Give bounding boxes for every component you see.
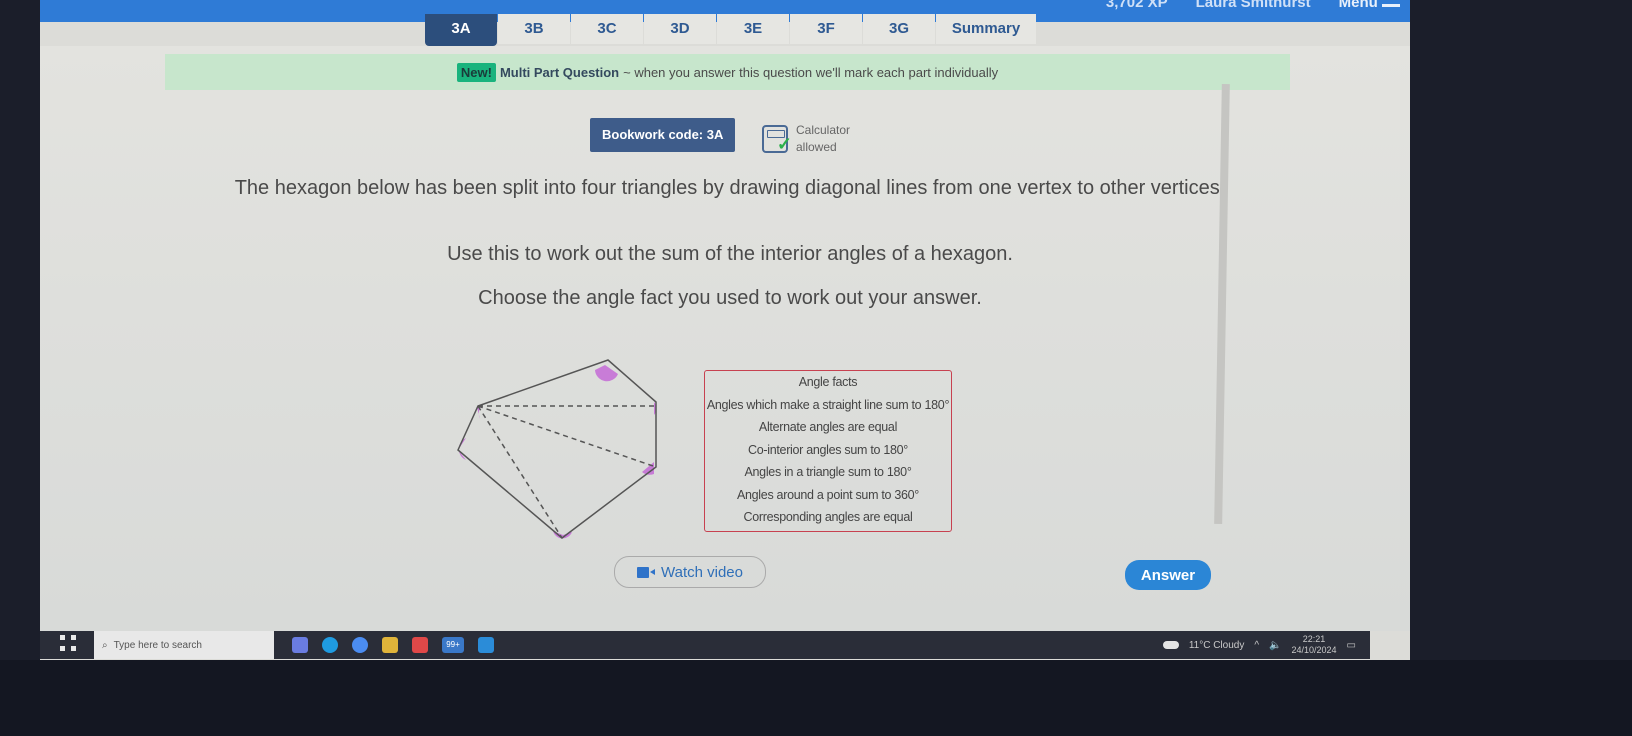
tab-summary[interactable]: Summary xyxy=(936,14,1036,44)
angle-fact-option[interactable]: Alternate angles are equal xyxy=(705,416,951,439)
bookwork-code: Bookwork code: 3A xyxy=(590,118,736,152)
calculator-label: Calculator xyxy=(796,123,851,137)
hamburger-icon xyxy=(1382,0,1400,7)
chrome-icon[interactable] xyxy=(352,637,368,653)
banner-text: ~ when you answer this question we'll ma… xyxy=(623,64,999,80)
menu-label: Menu xyxy=(1338,0,1378,11)
check-icon: ✓ xyxy=(776,134,792,154)
angle-fact-option[interactable]: Angles in a triangle sum to 180° xyxy=(705,461,951,484)
windows-start-icon[interactable] xyxy=(60,635,80,655)
watch-video-button[interactable]: Watch video xyxy=(614,556,766,588)
question-text-2: Use this to work out the sum of the inte… xyxy=(447,243,1013,265)
tab-3c[interactable]: 3C xyxy=(571,14,643,44)
angle-fact-option[interactable]: Angles which make a straight line sum to… xyxy=(705,394,951,417)
answer-button[interactable]: Answer xyxy=(1125,560,1211,590)
notification-icon[interactable]: ▭ xyxy=(1347,640,1356,651)
hexagon-outline xyxy=(457,359,657,539)
video-camera-icon xyxy=(637,566,655,578)
question-text-3: Choose the angle fact you used to work o… xyxy=(478,287,982,309)
angle-fact-option[interactable]: Co-interior angles sum to 180° xyxy=(705,439,951,462)
monitor-bezel xyxy=(0,660,1632,736)
cloud-icon xyxy=(1162,641,1179,649)
speaker-icon[interactable]: 🔈 xyxy=(1269,640,1281,651)
date: 24/10/2024 xyxy=(1291,645,1337,655)
hexagon-diagram xyxy=(457,359,657,539)
xp-counter: 3,702 XP xyxy=(1105,0,1168,11)
watch-video-label: Watch video xyxy=(661,563,743,581)
question-text-1: The hexagon below has been split into fo… xyxy=(234,177,1226,199)
tab-3d[interactable]: 3D xyxy=(644,14,716,44)
angle-fact-option[interactable]: Angles around a point sum to 360° xyxy=(705,484,951,507)
tab-3g[interactable]: 3G xyxy=(863,14,935,44)
tab-3e[interactable]: 3E xyxy=(717,14,789,44)
calculator-icon: ✓ xyxy=(762,125,792,153)
tab-3b[interactable]: 3B xyxy=(498,14,570,44)
windows-taskbar: ⌕ Type here to search 99+ 11°C Cloudy ^ … xyxy=(40,631,1370,659)
file-explorer-icon[interactable] xyxy=(382,637,398,653)
weather-text[interactable]: 11°C Cloudy xyxy=(1189,640,1245,651)
system-tray: 11°C Cloudy ^ 🔈 22:21 24/10/2024 ▭ xyxy=(1162,634,1356,656)
angle-facts-title: Angle facts xyxy=(798,375,858,389)
question-tabs: 3A 3B 3C 3D 3E 3F 3G Summary xyxy=(425,14,1037,46)
calculator-allowed: ✓ Calculator allowed xyxy=(762,122,850,156)
angle-marker xyxy=(595,365,618,382)
time: 22:21 xyxy=(1302,634,1326,644)
new-badge: New! xyxy=(456,62,496,82)
diagonal-line xyxy=(477,405,657,468)
diagonal-line xyxy=(477,405,563,539)
taskbar-apps: 99+ xyxy=(292,637,494,653)
chevron-up-icon[interactable]: ^ xyxy=(1254,640,1259,651)
angle-fact-option[interactable]: Corresponding angles are equal xyxy=(705,506,951,529)
search-placeholder: Type here to search xyxy=(113,639,202,651)
menu-button[interactable]: Menu xyxy=(1339,0,1400,11)
browser-screen: 3,702 XP Laura Smithurst Menu 3A 3B 3C 3… xyxy=(40,0,1410,660)
mail-badge[interactable]: 99+ xyxy=(442,637,464,653)
tab-3a[interactable]: 3A xyxy=(425,14,497,46)
copilot-icon[interactable] xyxy=(292,637,308,653)
taskbar-search[interactable]: ⌕ Type here to search xyxy=(94,631,274,659)
angle-facts-box: Angle facts Angles which make a straight… xyxy=(704,370,952,532)
app-icon[interactable] xyxy=(412,637,428,653)
multi-part-banner: New! Multi Part Question ~ when you answ… xyxy=(165,54,1290,90)
banner-title: Multi Part Question xyxy=(499,64,620,80)
search-icon: ⌕ xyxy=(102,639,108,651)
user-name[interactable]: Laura Smithurst xyxy=(1196,0,1311,11)
tab-3f[interactable]: 3F xyxy=(790,14,862,44)
edge-icon[interactable] xyxy=(322,637,338,653)
calculator-status: allowed xyxy=(796,140,837,154)
store-icon[interactable] xyxy=(478,637,494,653)
clock[interactable]: 22:21 24/10/2024 xyxy=(1292,634,1337,656)
question-content: New! Multi Part Question ~ when you answ… xyxy=(40,46,1410,631)
